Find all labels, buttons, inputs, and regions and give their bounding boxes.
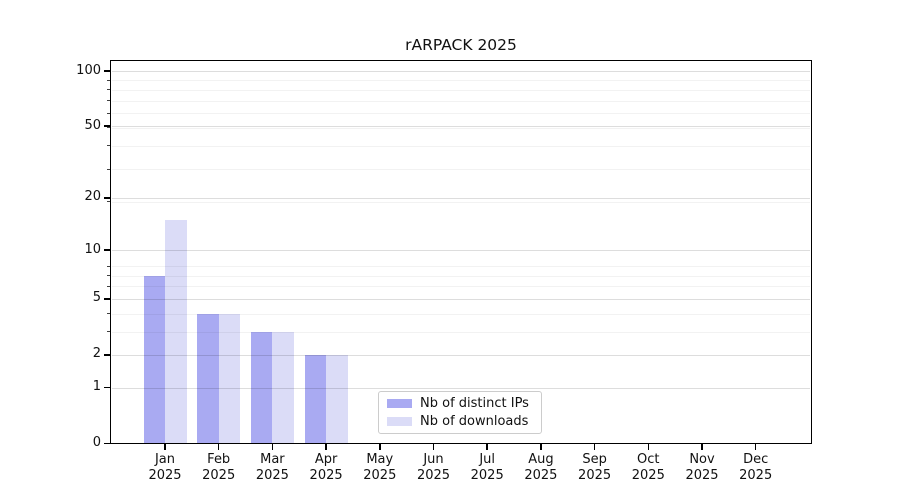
y-minor-tick [107, 201, 111, 202]
minor-gridline [112, 128, 810, 129]
y-tick [104, 70, 110, 72]
major-gridline [112, 250, 810, 251]
chart-title: rARPACK 2025 [110, 36, 812, 54]
x-tick [164, 444, 166, 450]
x-tick [218, 444, 220, 450]
x-tick [486, 444, 488, 450]
minor-gridline [112, 202, 810, 203]
y-minor-tick [107, 286, 111, 287]
bar-jan-nb-of-distinct-ips [144, 276, 166, 444]
y-tick-label: 0 [31, 436, 101, 450]
minor-gridline [112, 266, 810, 267]
minor-gridline [112, 90, 810, 91]
minor-gridline [112, 101, 810, 102]
minor-gridline [112, 286, 810, 287]
x-tick [272, 444, 274, 450]
y-tick [104, 354, 110, 356]
x-tick [594, 444, 596, 450]
minor-gridline [112, 276, 810, 277]
legend-label-distinct-ips: Nb of distinct IPs [420, 396, 529, 411]
y-minor-tick [107, 127, 111, 128]
major-gridline [112, 355, 810, 356]
y-minor-tick [107, 266, 111, 267]
major-gridline [112, 388, 810, 389]
legend-swatch-distinct-ips [387, 399, 412, 409]
x-tick-label-month: Dec [724, 452, 788, 468]
y-tick [104, 249, 110, 251]
y-tick-label: 2 [31, 347, 101, 361]
minor-gridline [112, 314, 810, 315]
legend-swatch-downloads [387, 417, 412, 427]
y-tick [104, 387, 110, 389]
bar-feb-nb-of-downloads [219, 314, 241, 444]
y-tick-label: 1 [31, 380, 101, 394]
x-tick [701, 444, 703, 450]
bar-apr-nb-of-downloads [326, 355, 348, 444]
y-tick-label: 50 [31, 119, 101, 133]
y-minor-tick [107, 100, 111, 101]
x-tick-label-year: 2025 [724, 468, 788, 484]
y-tick [104, 197, 110, 199]
y-tick [104, 298, 110, 300]
minor-gridline [112, 169, 810, 170]
x-tick [433, 444, 435, 450]
y-minor-tick [107, 313, 111, 314]
legend-item-downloads: Nb of downloads [379, 413, 541, 431]
y-minor-tick [107, 331, 111, 332]
y-tick [104, 443, 110, 445]
y-tick-label: 20 [31, 190, 101, 204]
y-tick-label: 10 [31, 243, 101, 257]
minor-gridline [112, 332, 810, 333]
minor-gridline [112, 113, 810, 114]
minor-gridline [112, 80, 810, 81]
bar-apr-nb-of-distinct-ips [305, 355, 327, 444]
legend: Nb of distinct IPs Nb of downloads [378, 391, 542, 434]
major-gridline [112, 299, 810, 300]
y-minor-tick [107, 145, 111, 146]
y-minor-tick [107, 80, 111, 81]
x-tick [540, 444, 542, 450]
y-minor-tick [107, 275, 111, 276]
major-gridline [112, 71, 810, 72]
bar-feb-nb-of-distinct-ips [197, 314, 219, 444]
y-minor-tick [107, 89, 111, 90]
x-tick [648, 444, 650, 450]
major-gridline [112, 126, 810, 127]
chart-figure: rARPACK 2025 0125102050100Jan2025Feb2025… [0, 0, 900, 500]
x-tick [325, 444, 327, 450]
x-tick [379, 444, 381, 450]
y-minor-tick [107, 113, 111, 114]
legend-label-downloads: Nb of downloads [420, 414, 528, 429]
y-minor-tick [107, 169, 111, 170]
major-gridline [112, 198, 810, 199]
legend-item-distinct-ips: Nb of distinct IPs [379, 395, 541, 413]
minor-gridline [112, 146, 810, 147]
y-tick-label: 5 [31, 291, 101, 305]
x-tick-label: Dec2025 [724, 452, 788, 484]
y-tick [104, 125, 110, 127]
x-tick [755, 444, 757, 450]
y-tick-label: 100 [31, 64, 101, 78]
